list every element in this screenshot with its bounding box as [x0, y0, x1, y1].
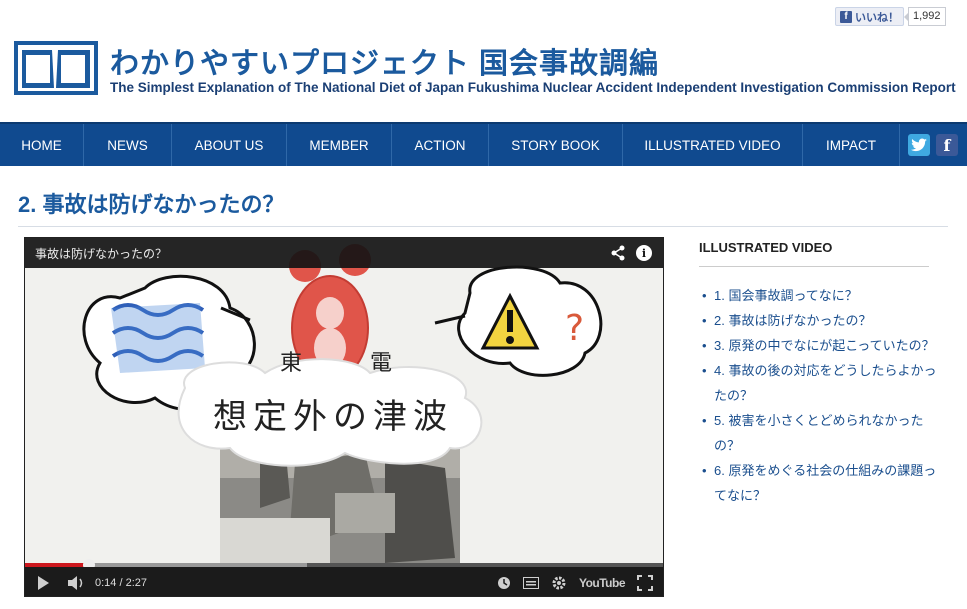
nav-home[interactable]: HOME	[0, 124, 84, 166]
player-controls: 0:14 / 2:27 YouTube	[25, 567, 663, 596]
divider	[18, 226, 948, 227]
site-title-english: The Simplest Explanation of The National…	[110, 80, 956, 95]
sidebar-item-3[interactable]: 3. 原発の中でなにが起こっていたの？	[699, 333, 944, 358]
facebook-like-widget[interactable]: f いいね！ 1,992	[835, 7, 946, 26]
nav-impact[interactable]: IMPACT	[803, 124, 900, 166]
sidebar-title: ILLUSTRATED VIDEO	[699, 240, 833, 255]
sidebar-item-5[interactable]: 5. 被害を小さくとどめられなかったの？	[699, 408, 944, 458]
sidebar-item-1[interactable]: 1. 国会事故調ってなに？	[699, 283, 944, 308]
sidebar-item-6[interactable]: 6. 原発をめぐる社会の仕組みの課題ってなに？	[699, 458, 944, 508]
sidebar-divider	[699, 266, 929, 267]
time-display: 0:14 / 2:27	[95, 576, 147, 589]
play-icon[interactable]	[35, 575, 51, 591]
frame-text-to: 東	[280, 351, 302, 376]
sidebar-video-list: 1. 国会事故調ってなに？ 2. 事故は防げなかったの？ 3. 原発の中でなにが…	[699, 283, 944, 508]
open-book-logo-icon[interactable]	[14, 40, 98, 96]
sidebar-item-4[interactable]: 4. 事故の後の対応をどうしたらよかったの？	[699, 358, 944, 408]
fullscreen-icon[interactable]	[637, 574, 653, 591]
nav-action[interactable]: ACTION	[392, 124, 489, 166]
video-player[interactable]: ? 東 電 想定外の津波 事故は防げなかったの？ i 0:14 / 2:27 Y…	[24, 237, 664, 597]
nav-news[interactable]: NEWS	[84, 124, 172, 166]
video-frame-illustration[interactable]: ? 東 電 想定外の津波	[25, 238, 664, 597]
site-title-japanese[interactable]: わかりやすいプロジェクト 国会事故調編	[110, 40, 659, 82]
social-links: f	[900, 124, 958, 166]
watch-later-icon[interactable]	[497, 576, 511, 590]
like-label: いいね！	[855, 11, 899, 24]
frame-text-den: 電	[370, 351, 392, 376]
captions-icon[interactable]	[522, 576, 539, 589]
twitter-icon[interactable]	[908, 134, 930, 156]
like-count: 1,992	[904, 7, 946, 26]
main-navigation: HOME NEWS ABOUT US MEMBER ACTION STORY B…	[0, 122, 967, 166]
question-mark: ?	[565, 308, 584, 349]
info-icon[interactable]: i	[635, 244, 653, 262]
share-icon[interactable]	[609, 244, 627, 262]
facebook-icon[interactable]: f	[936, 134, 958, 156]
nav-story-book[interactable]: STORY BOOK	[489, 124, 623, 166]
nav-illustrated-video[interactable]: ILLUSTRATED VIDEO	[623, 124, 803, 166]
video-title[interactable]: 事故は防げなかったの？	[35, 245, 601, 262]
frame-text-main: 想定外の津波	[213, 397, 453, 437]
sidebar-item-2[interactable]: 2. 事故は防げなかったの？	[699, 308, 944, 333]
facebook-icon: f	[840, 10, 852, 23]
video-title-bar: 事故は防げなかったの？ i	[25, 238, 663, 268]
nav-about-us[interactable]: ABOUT US	[172, 124, 287, 166]
facebook-like-button[interactable]: f いいね！	[835, 7, 904, 26]
volume-icon[interactable]	[67, 575, 85, 591]
settings-gear-icon[interactable]	[551, 575, 567, 591]
page-title: 2. 事故は防げなかったの？	[18, 192, 285, 217]
youtube-logo[interactable]: YouTube	[579, 576, 626, 590]
nav-member[interactable]: MEMBER	[287, 124, 392, 166]
